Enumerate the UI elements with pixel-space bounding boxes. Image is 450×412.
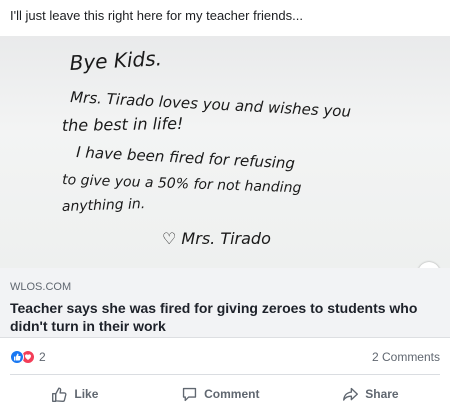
link-title[interactable]: Teacher says she was fired for giving ze… <box>10 299 440 335</box>
share-label: Share <box>365 387 399 401</box>
comment-button[interactable]: Comment <box>163 382 277 407</box>
like-reaction-icon <box>10 350 24 364</box>
whiteboard-line-7: ♡ Mrs. Tirado <box>162 229 271 248</box>
whiteboard-line-1: Bye Kids. <box>69 46 163 75</box>
share-icon <box>343 387 359 401</box>
whiteboard-image: Bye Kids. Mrs. Tirado loves you and wish… <box>62 46 352 248</box>
actions-row: Like Comment Share <box>0 378 450 410</box>
like-button[interactable]: Like <box>33 382 116 407</box>
share-button[interactable]: Share <box>324 382 416 407</box>
reactions-row: 2 2 Comments <box>0 346 450 368</box>
post-text: I'll just leave this right here for my t… <box>10 8 303 23</box>
comment-label: Comment <box>204 387 260 401</box>
reaction-count: 2 <box>39 350 46 364</box>
link-domain: WLOS.COM <box>10 281 72 293</box>
link-image[interactable]: Bye Kids. Mrs. Tirado loves you and wish… <box>0 36 450 268</box>
whiteboard-line-5: to give you a 50% for not handing <box>62 172 302 196</box>
link-preview[interactable]: WLOS.COM Teacher says she was fired for … <box>0 268 450 338</box>
like-label: Like <box>74 387 99 401</box>
like-icon <box>52 386 67 402</box>
reactions-summary[interactable]: 2 <box>10 350 46 364</box>
whiteboard-line-3: the best in life! <box>62 114 184 135</box>
comments-count[interactable]: 2 Comments <box>372 350 440 364</box>
whiteboard-line-6: anything in. <box>62 196 146 215</box>
comment-icon <box>183 387 197 401</box>
actions-divider <box>10 374 440 375</box>
whiteboard-line-4: I have been fired for refusing <box>76 143 296 172</box>
